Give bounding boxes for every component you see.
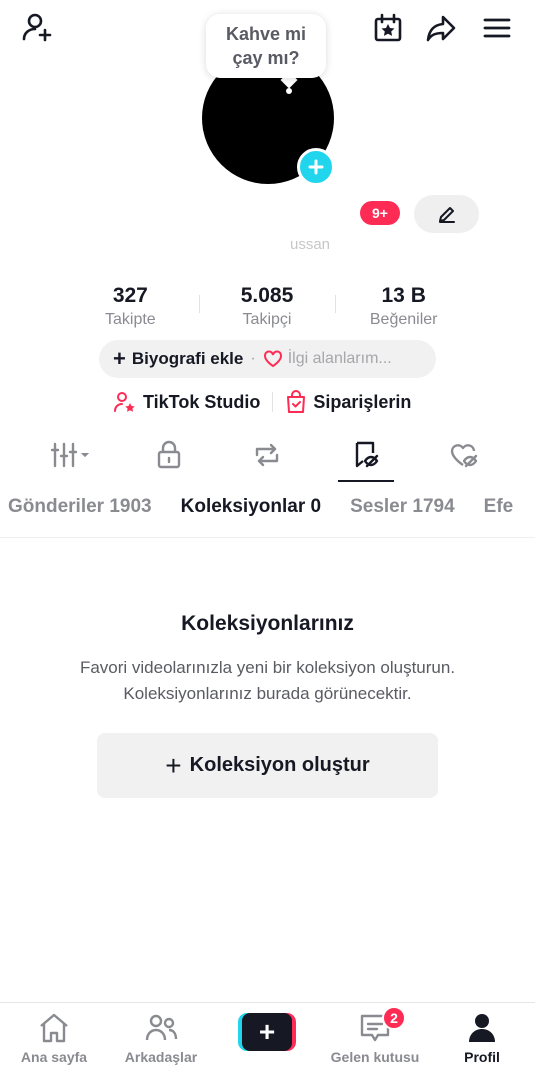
calendar-star-icon (374, 13, 402, 42)
friends-icon (145, 1014, 178, 1041)
grid-filter-icon (50, 442, 89, 468)
stat-label: Takipçi (242, 311, 292, 328)
bio-separator: · (250, 350, 256, 367)
nav-home[interactable]: Ana sayfa (4, 1011, 104, 1065)
stat-value: 5.085 (240, 284, 294, 307)
add-user-button[interactable] (18, 8, 58, 48)
plus-icon: + (165, 749, 182, 781)
home-icon (40, 1013, 68, 1043)
person-star-icon (114, 392, 135, 412)
stat-label: Beğeniler (369, 311, 438, 328)
shopping-bag-icon (287, 390, 306, 413)
user-handle: ussan (180, 236, 360, 256)
tab-collections[interactable] (331, 430, 401, 480)
menu-icon (483, 18, 511, 38)
notification-badge[interactable]: 9+ (360, 201, 400, 225)
nav-inbox[interactable]: Gelen kutusu (325, 1011, 425, 1065)
avatar-add-button[interactable] (297, 148, 335, 186)
collection-sub-tabs: Gönderiler 1903 Koleksiyonlar 0 Sesler 1… (8, 496, 535, 526)
active-tab-indicator (338, 480, 394, 482)
create-collection-label: Koleksiyon oluştur (189, 754, 370, 776)
pencil-icon (438, 207, 455, 223)
sub-tab-sounds[interactable]: Sesler 1794 (350, 496, 455, 526)
empty-state-title: Koleksiyonlarınız (181, 612, 354, 635)
tab-videos-grid[interactable] (37, 430, 107, 480)
sub-tab-effects[interactable]: Efe (484, 496, 514, 526)
inbox-badge: 2 (382, 1006, 406, 1030)
profile-stats: 327 Takipte 5.085 Takipçi 13 B Beğeniler (62, 283, 472, 331)
sub-tab-posts[interactable]: Gönderiler 1903 (8, 496, 152, 526)
creator-tools-row: TikTok Studio Siparişlerin (113, 388, 411, 416)
share-button[interactable] (421, 8, 461, 48)
share-icon (426, 15, 456, 42)
tab-private[interactable] (134, 430, 204, 480)
content-icon-tabs (0, 430, 535, 480)
tiktok-studio-label: TikTok Studio (143, 391, 261, 412)
stat-followers[interactable]: 5.085 Takipçi (198, 283, 336, 331)
edit-profile-button[interactable] (414, 195, 479, 233)
create-collection-button[interactable]: + Koleksiyon oluştur (97, 733, 438, 798)
calendar-button[interactable] (368, 8, 408, 48)
nav-home-label: Ana sayfa (20, 1049, 88, 1065)
heart-icon (263, 350, 282, 368)
plus-icon (308, 159, 324, 175)
lock-icon (157, 440, 181, 469)
tab-liked[interactable] (430, 430, 500, 480)
nav-profile-label: Profil (464, 1049, 500, 1065)
sub-tabs-divider (0, 537, 535, 538)
stat-label: Takipte (104, 311, 156, 328)
stat-value: 13 B (381, 284, 426, 307)
menu-button[interactable] (477, 8, 517, 48)
username (180, 207, 360, 227)
nav-profile[interactable]: Profil (432, 1011, 532, 1065)
orders-button[interactable]: Siparişlerin (285, 390, 411, 414)
add-user-icon (22, 13, 52, 42)
note-bubble-text: Kahve mi çay mı? (225, 24, 307, 68)
nav-friends[interactable]: Arkadaşlar (111, 1011, 211, 1065)
stat-likes[interactable]: 13 B Beğeniler (335, 283, 472, 331)
avatar-highlight-dot (286, 88, 292, 94)
tab-reposts[interactable] (232, 430, 302, 480)
heart-eye-icon (450, 444, 478, 468)
sub-tab-collections[interactable]: Koleksiyonlar 0 (181, 496, 321, 526)
stat-value: 327 (112, 284, 148, 307)
tiktok-studio-button[interactable]: TikTok Studio (113, 390, 260, 414)
profile-icon (469, 1014, 495, 1042)
orders-label: Siparişlerin (313, 391, 412, 412)
interests-button[interactable]: İlgi alanlarım... (288, 350, 392, 368)
note-bubble[interactable]: Kahve mi çay mı? (206, 14, 326, 78)
repost-icon (255, 443, 279, 467)
bottom-nav: Ana sayfa Arkadaşlar + Gelen kutusu Prof… (0, 1003, 535, 1080)
empty-state-description: Favori videolarınızla yeni bir koleksiyo… (79, 658, 456, 703)
create-post-button[interactable]: + (238, 1013, 296, 1051)
plus-icon: + (242, 1013, 292, 1051)
bio-pill: + Biyografi ekle · İlgi alanlarım... (99, 340, 436, 378)
tools-separator (272, 392, 274, 412)
nav-inbox-label: Gelen kutusu (330, 1049, 420, 1065)
stat-following[interactable]: 327 Takipte (62, 283, 199, 331)
nav-friends-label: Arkadaşlar (124, 1049, 198, 1065)
plus-icon: + (113, 346, 126, 371)
bookmark-eye-icon (355, 441, 379, 468)
add-bio-button[interactable]: Biyografi ekle (132, 349, 244, 369)
user-handle-text: ussan (290, 236, 331, 253)
